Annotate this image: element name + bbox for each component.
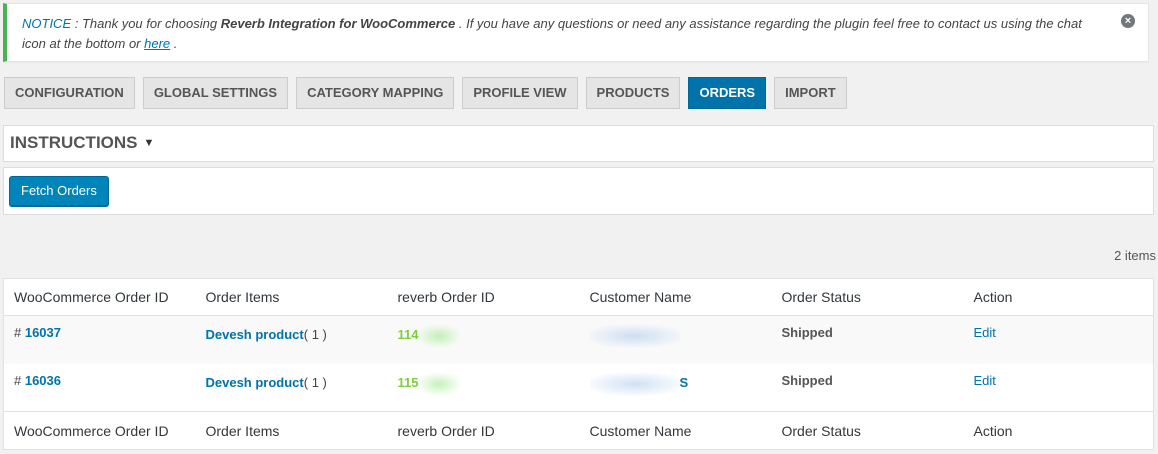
notice-plugin-name: Reverb Integration for WooCommerce [220, 16, 456, 31]
tab-configuration[interactable]: CONFIGURATION [4, 77, 135, 109]
action-cell: Edit [964, 364, 1154, 412]
customer-cell [580, 316, 772, 364]
reverb-id-cell: 114 [388, 316, 580, 364]
hash-symbol: # [14, 372, 25, 388]
order-items-cell: Devesh product( 1 ) [196, 364, 388, 412]
notice-here-link[interactable]: here [144, 36, 170, 51]
col-order-status: Order Status [771, 411, 964, 450]
instructions-panel[interactable]: INSTRUCTIONS ▼ [3, 125, 1154, 162]
item-count: 2 items [1114, 248, 1156, 263]
customer-cell: S [580, 364, 772, 412]
col-customer-name: Customer Name [579, 278, 772, 316]
order-id-cell: # 16036 [4, 364, 196, 412]
tab-profile-view[interactable]: PROFILE VIEW [462, 77, 578, 109]
tab-bar: CONFIGURATION GLOBAL SETTINGS CATEGORY M… [4, 77, 855, 109]
close-circle-icon[interactable]: × [1121, 14, 1135, 28]
order-status: Shipped [781, 325, 833, 340]
table-footer-row: WooCommerce Order ID Order Items reverb … [3, 411, 1154, 450]
col-reverb-order-id: reverb Order ID [387, 411, 580, 450]
reverb-id: 114 [397, 327, 419, 342]
col-action: Action [963, 278, 1154, 316]
table-row: # 16036 Devesh product( 1 ) 115 S Shippe… [3, 363, 1154, 412]
order-id-link[interactable]: 16037 [25, 325, 61, 340]
instructions-title: INSTRUCTIONS [10, 133, 138, 152]
col-reverb-order-id: reverb Order ID [387, 278, 580, 316]
col-customer-name: Customer Name [579, 411, 772, 450]
redacted-blur [418, 325, 461, 347]
product-link[interactable]: Devesh product [206, 375, 304, 390]
item-qty: ( 1 ) [303, 374, 327, 390]
notice-text-1: : Thank you for choosing [71, 16, 221, 31]
col-order-items: Order Items [195, 278, 388, 316]
order-id-cell: # 16037 [4, 316, 196, 364]
notice-text-3: . [170, 36, 178, 51]
edit-link[interactable]: Edit [974, 325, 996, 340]
order-status: Shipped [781, 372, 833, 388]
fetch-orders-panel: Fetch Orders [3, 167, 1154, 215]
col-order-items: Order Items [195, 411, 388, 450]
instructions-heading[interactable]: INSTRUCTIONS ▼ [4, 126, 1153, 153]
product-link[interactable]: Devesh product [206, 327, 304, 342]
col-woo-order-id: WooCommerce Order ID [3, 278, 196, 316]
edit-link[interactable]: Edit [974, 373, 996, 388]
customer-name: S [679, 374, 689, 390]
redacted-blur [589, 372, 680, 395]
tab-import[interactable]: IMPORT [774, 77, 847, 109]
redacted-blur [418, 372, 461, 395]
col-order-status: Order Status [771, 278, 964, 316]
order-items-cell: Devesh product( 1 ) [196, 316, 388, 364]
plugin-notice: NOTICE : Thank you for choosing Reverb I… [3, 3, 1149, 62]
col-woo-order-id: WooCommerce Order ID [3, 411, 196, 450]
tab-orders[interactable]: ORDERS [688, 77, 767, 109]
reverb-id-cell: 115 [388, 364, 580, 412]
caret-down-icon[interactable]: ▼ [144, 137, 155, 149]
tab-category-mapping[interactable]: CATEGORY MAPPING [296, 77, 455, 109]
table-header-row: WooCommerce Order ID Order Items reverb … [3, 278, 1154, 316]
action-cell: Edit [964, 316, 1154, 364]
status-cell: Shipped [772, 364, 964, 412]
redacted-blur [589, 325, 680, 347]
fetch-orders-button[interactable]: Fetch Orders [9, 176, 109, 206]
order-id-link[interactable]: 16036 [25, 373, 61, 388]
table-row: # 16037 Devesh product( 1 ) 114 Shipped … [3, 315, 1154, 364]
tab-global-settings[interactable]: GLOBAL SETTINGS [142, 77, 289, 109]
tab-products[interactable]: PRODUCTS [585, 77, 681, 109]
col-action: Action [963, 411, 1154, 450]
status-cell: Shipped [772, 316, 964, 364]
hash-symbol: # [14, 325, 25, 340]
reverb-id: 115 [397, 374, 419, 390]
notice-label: NOTICE [22, 16, 72, 31]
orders-table: WooCommerce Order ID Order Items reverb … [3, 278, 1154, 450]
item-qty: ( 1 ) [303, 327, 327, 342]
